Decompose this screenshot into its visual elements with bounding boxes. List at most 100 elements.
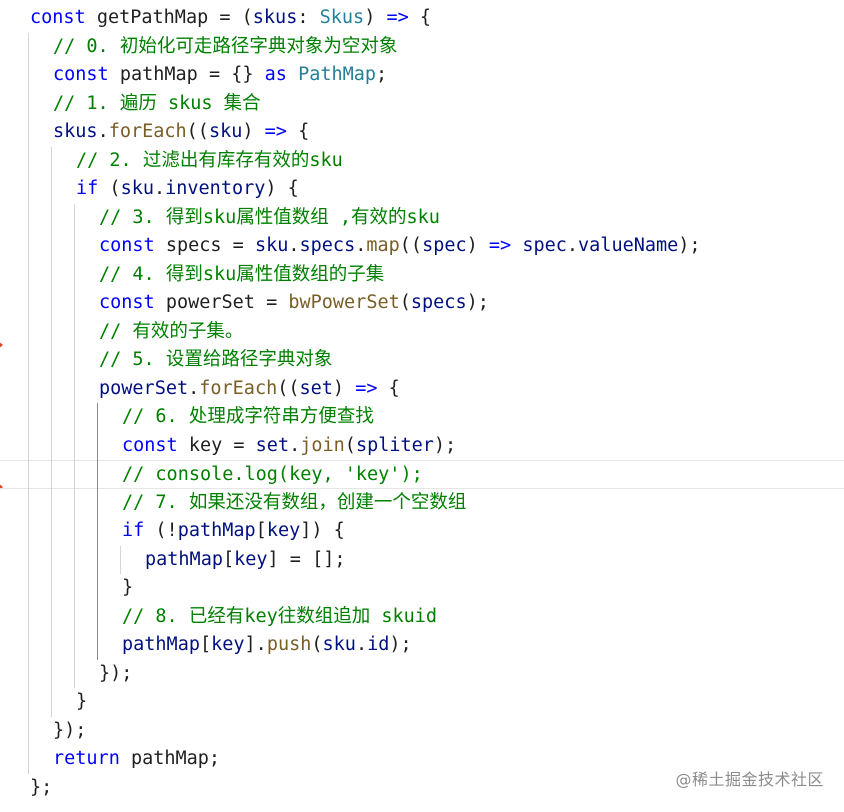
code-token: =>: [488, 235, 512, 256]
code-token: .: [289, 434, 301, 456]
code-token: :: [297, 7, 320, 28]
code-text: const powerSet = bwPowerSet(specs);: [99, 289, 489, 318]
code-line[interactable]: // 4. 得到sku属性值数组的子集: [0, 261, 844, 290]
code-token: pathMap = {}: [108, 64, 265, 85]
code-token: .: [188, 377, 200, 399]
code-line[interactable]: skus.forEach((sku) => {: [0, 118, 844, 147]
code-text: // 5. 设置给路径字典对象: [99, 346, 332, 375]
code-line[interactable]: }: [0, 688, 844, 717]
code-token: );: [389, 634, 412, 655]
code-token: ): [364, 7, 387, 28]
code-token: ): [332, 377, 356, 399]
code-line[interactable]: const specs = sku.specs.map((spec) => sp…: [0, 232, 844, 261]
code-token: inventory: [165, 178, 266, 199]
code-token: );: [466, 292, 489, 313]
code-text: // 7. 如果还没有数组，创建一个空数组: [122, 489, 466, 518]
code-text: const specs = sku.specs.map((spec) => sp…: [99, 232, 701, 261]
code-token: sku: [254, 235, 289, 256]
indent-guide: [28, 32, 29, 774]
indent-guide: [120, 545, 121, 574]
code-token: skus: [252, 7, 298, 28]
code-token: if: [76, 178, 99, 199]
code-line[interactable]: // 1. 遍历 skus 集合: [0, 90, 844, 119]
code-line[interactable]: pathMap[key] = [];: [0, 546, 844, 575]
code-token: ): [242, 121, 265, 142]
code-line[interactable]: // 6. 处理成字符串方便查找: [0, 403, 844, 432]
code-token: ] = [];: [267, 548, 346, 570]
code-token: ].: [244, 634, 267, 655]
code-token: map: [366, 235, 400, 256]
code-line[interactable]: // 5. 设置给路径字典对象: [0, 346, 844, 375]
code-token: return: [53, 748, 120, 769]
code-token: [: [255, 520, 267, 541]
code-token: forEach: [199, 377, 278, 399]
code-line[interactable]: // 8. 已经有key往数组追加 skuid: [0, 603, 844, 632]
code-token: // 0. 初始化可走路径字典对象为空对象: [53, 35, 398, 57]
code-token: // 6. 处理成字符串方便查找: [122, 406, 374, 427]
code-token: as: [264, 64, 287, 85]
code-line[interactable]: const pathMap = {} as PathMap;: [0, 61, 844, 90]
code-token: if: [122, 520, 145, 541]
code-line[interactable]: // 有效的子集。: [0, 318, 844, 347]
code-token: // 5. 设置给路径字典对象: [99, 349, 333, 370]
code-text: pathMap[key].push(sku.id);: [122, 631, 412, 660]
code-line[interactable]: const powerSet = bwPowerSet(specs);: [0, 289, 844, 318]
code-line[interactable]: });: [0, 717, 844, 746]
code-token: ((: [399, 235, 423, 256]
code-token: const: [99, 235, 155, 256]
code-token: );: [433, 434, 457, 456]
code-token: // 7. 如果还没有数组，创建一个空数组: [122, 491, 467, 513]
code-text: const pathMap = {} as PathMap;: [53, 61, 387, 90]
code-line[interactable]: if (sku.inventory) {: [0, 175, 844, 204]
code-token: (: [311, 634, 323, 655]
code-token: specs: [299, 235, 356, 256]
code-line[interactable]: // 2. 过滤出有库存有效的sku: [0, 147, 844, 176]
code-token: pathMap: [145, 548, 223, 570]
code-line[interactable]: // 7. 如果还没有数组，创建一个空数组: [0, 489, 844, 518]
code-line[interactable]: pathMap[key].push(sku.id);: [0, 631, 844, 660]
code-token: (!: [144, 520, 178, 541]
indent-guide: [97, 403, 98, 660]
code-token: =>: [355, 377, 378, 399]
code-token: spec: [522, 235, 567, 256]
code-text: return pathMap;: [53, 745, 220, 774]
code-token: sku: [208, 121, 243, 142]
code-token: // console.log(key, 'key');: [122, 464, 423, 485]
code-text: // 8. 已经有key往数组追加 skuid: [122, 603, 437, 632]
code-token: powerSet: [99, 377, 189, 399]
code-token: // 1. 遍历 skus 集合: [53, 92, 261, 114]
code-token: }: [76, 691, 88, 712]
code-line[interactable]: // 0. 初始化可走路径字典对象为空对象: [0, 33, 844, 62]
code-line[interactable]: const key = set.join(spliter);: [0, 432, 844, 461]
code-token: forEach: [108, 121, 187, 142]
code-text: const getPathMap = (skus: Skus) => {: [30, 4, 431, 33]
code-token: ): [466, 235, 489, 256]
code-line[interactable]: }: [0, 574, 844, 603]
code-line[interactable]: if (!pathMap[key]) {: [0, 517, 844, 546]
code-text: });: [99, 660, 132, 689]
code-line[interactable]: powerSet.forEach((set) => {: [0, 375, 844, 404]
code-token: Skus: [319, 7, 365, 28]
code-token: getPathMap = (: [85, 7, 253, 28]
code-token: push: [266, 634, 312, 655]
code-token: powerSet =: [154, 292, 289, 313]
code-line[interactable]: // console.log(key, 'key');: [0, 460, 844, 489]
code-line[interactable]: // 3. 得到sku属性值数组 ,有效的sku: [0, 204, 844, 233]
code-token: });: [53, 719, 87, 741]
code-token: valueName: [578, 235, 679, 256]
code-token: .: [355, 634, 368, 655]
code-token: key: [266, 520, 301, 541]
code-token: .: [153, 178, 166, 199]
code-token: =>: [264, 121, 287, 142]
code-token: skus: [53, 121, 98, 142]
code-line[interactable]: });: [0, 660, 844, 689]
code-line[interactable]: const getPathMap = (skus: Skus) => {: [0, 4, 844, 33]
code-token: ((: [277, 377, 300, 399]
code-text: // 6. 处理成字符串方便查找: [122, 403, 374, 432]
code-editor[interactable]: const getPathMap = (skus: Skus) => {// 0…: [0, 0, 844, 812]
code-token: // 有效的子集。: [99, 320, 244, 342]
code-token: (: [399, 292, 411, 313]
code-text: // 1. 遍历 skus 集合: [53, 90, 261, 119]
code-token: set: [299, 377, 333, 399]
